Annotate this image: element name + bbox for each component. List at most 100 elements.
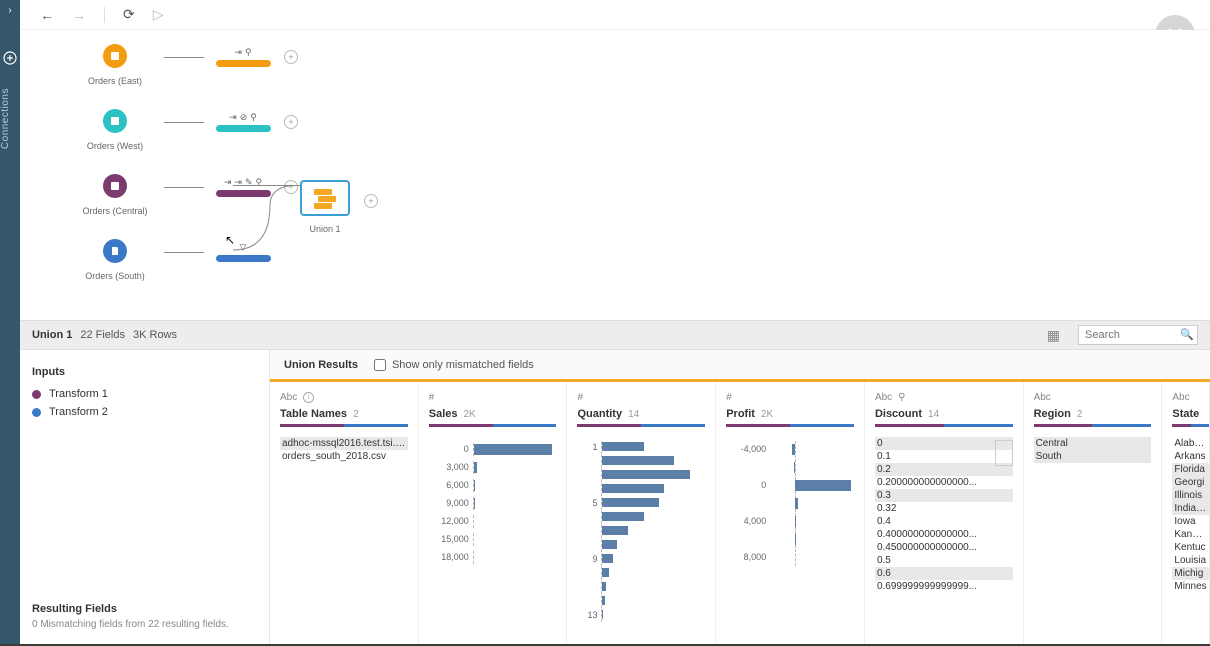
back-button[interactable]: ←: [40, 7, 54, 23]
hist-row[interactable]: 8,000: [726, 549, 854, 565]
hist-row[interactable]: 15,000: [429, 531, 557, 547]
hist-row[interactable]: [577, 595, 705, 607]
add-step-button[interactable]: +: [364, 194, 378, 208]
card-table-names[interactable]: Abci Table Names2 adhoc-mssql2016.test.t…: [270, 382, 419, 646]
hist-row[interactable]: [577, 511, 705, 523]
hist-row[interactable]: 3,000: [429, 459, 557, 475]
value-item[interactable]: Florida: [1172, 463, 1209, 476]
hist-row[interactable]: [577, 581, 705, 593]
value-item[interactable]: 0.699999999999999...: [875, 580, 1013, 593]
add-step-button[interactable]: +: [284, 50, 298, 64]
mismatched-checkbox[interactable]: [374, 359, 386, 371]
value-item[interactable]: Minnes: [1172, 580, 1209, 593]
forward-button[interactable]: →: [72, 7, 86, 23]
source-orders-west[interactable]: Orders (West): [70, 109, 160, 151]
source-orders-central[interactable]: Orders (Central): [70, 174, 160, 216]
value-item[interactable]: Michig: [1172, 567, 1209, 580]
hist-row[interactable]: 12,000: [429, 513, 557, 529]
row-count: 3K Rows: [133, 329, 177, 341]
hist-row[interactable]: [577, 483, 705, 495]
source-orders-east[interactable]: Orders (East): [70, 44, 160, 86]
union-node[interactable]: Union 1: [300, 180, 350, 234]
refresh-button[interactable]: ⟳: [123, 6, 135, 23]
hist-row[interactable]: 0: [726, 477, 854, 493]
value-item[interactable]: 0.6: [875, 567, 1013, 580]
run-flow-button[interactable]: ▷: [153, 6, 164, 23]
card-region[interactable]: Abc Region2 CentralSouth: [1024, 382, 1163, 646]
view-toggle-button[interactable]: ▦: [1047, 327, 1060, 344]
mismatched-toggle[interactable]: Show only mismatched fields: [374, 359, 534, 371]
hist-row[interactable]: 18,000: [429, 549, 557, 565]
value-item[interactable]: 0.3: [875, 489, 1013, 502]
value-item[interactable]: 0.4: [875, 515, 1013, 528]
value-item[interactable]: 0.5: [875, 554, 1013, 567]
hist-row[interactable]: [726, 531, 854, 547]
value-item[interactable]: Central: [1034, 437, 1152, 450]
card-quantity[interactable]: # Quantity14 15913: [567, 382, 716, 646]
scroll-minimap[interactable]: [995, 440, 1013, 466]
datasource-icon: [103, 44, 127, 68]
hist-row[interactable]: [577, 455, 705, 467]
clean-icon: ⚲: [898, 392, 905, 403]
hist-row[interactable]: [726, 459, 854, 475]
expand-sidebar-button[interactable]: ›: [0, 0, 20, 20]
union-results-tab[interactable]: Union Results: [284, 359, 358, 371]
add-step-button[interactable]: +: [284, 115, 298, 129]
hist-row[interactable]: 1: [577, 441, 705, 453]
value-item[interactable]: Iowa: [1172, 515, 1209, 528]
value-item[interactable]: Alabam: [1172, 437, 1209, 450]
inputs-heading: Inputs: [32, 366, 257, 378]
value-item[interactable]: Georgi: [1172, 476, 1209, 489]
hist-row[interactable]: 0: [429, 441, 557, 457]
value-item[interactable]: Illinois: [1172, 489, 1209, 502]
clean-step-east[interactable]: ⇥⚲: [208, 47, 278, 67]
hist-row[interactable]: [726, 495, 854, 511]
value-item[interactable]: 0: [875, 437, 1013, 450]
profile-pane: Inputs Transform 1 Transform 2 Resulting…: [20, 350, 1210, 646]
datasource-icon: [103, 174, 127, 198]
value-item[interactable]: orders_south_2018.csv: [280, 450, 408, 463]
value-item[interactable]: 0.200000000000000...: [875, 476, 1013, 489]
value-item[interactable]: 0.1: [875, 450, 1013, 463]
value-item[interactable]: 0.450000000000000...: [875, 541, 1013, 554]
input-transform-2[interactable]: Transform 2: [32, 406, 257, 418]
value-item[interactable]: 0.2: [875, 463, 1013, 476]
value-item[interactable]: Kansas: [1172, 528, 1209, 541]
card-discount[interactable]: Abc⚲ Discount14 00.10.20.200000000000000…: [865, 382, 1024, 646]
value-item[interactable]: Arkans: [1172, 450, 1209, 463]
hist-row[interactable]: [577, 567, 705, 579]
value-item[interactable]: 0.400000000000000...: [875, 528, 1013, 541]
flow-canvas[interactable]: Orders (East) ⇥⚲ + Orders (West) ⇥⊘⚲ + O…: [20, 30, 1210, 320]
info-icon[interactable]: i: [303, 392, 314, 403]
value-item[interactable]: adhoc-mssql2016.test.tsi.l...: [280, 437, 408, 450]
hist-row[interactable]: [577, 525, 705, 537]
hist-row[interactable]: -4,000: [726, 441, 854, 457]
search-icon: 🔍: [1180, 328, 1194, 341]
source-label: Orders (East): [88, 76, 142, 86]
connections-label: Connections: [0, 88, 11, 149]
clean-step-west[interactable]: ⇥⊘⚲: [208, 112, 278, 132]
card-state[interactable]: Abc State AlabamArkansFloridaGeorgiIllin…: [1162, 382, 1210, 646]
add-connection-button[interactable]: [0, 48, 20, 68]
value-item[interactable]: 0.32: [875, 502, 1013, 515]
value-item[interactable]: Kentuc: [1172, 541, 1209, 554]
hist-row[interactable]: 4,000: [726, 513, 854, 529]
resulting-fields-sub: 0 Mismatching fields from 22 resulting f…: [32, 619, 257, 630]
hist-row[interactable]: [577, 539, 705, 551]
hist-row[interactable]: 9,000: [429, 495, 557, 511]
hist-row[interactable]: 6,000: [429, 477, 557, 493]
hist-row[interactable]: 13: [577, 609, 705, 621]
value-item[interactable]: Louisia: [1172, 554, 1209, 567]
value-item[interactable]: Indiana: [1172, 502, 1209, 515]
field-search[interactable]: 🔍: [1078, 325, 1198, 345]
source-orders-south[interactable]: Orders (South): [70, 239, 160, 281]
source-label: Orders (West): [87, 141, 143, 151]
value-item[interactable]: South: [1034, 450, 1152, 463]
hist-row[interactable]: 5: [577, 497, 705, 509]
card-profit[interactable]: # Profit2K -4,00004,0008,000: [716, 382, 865, 646]
card-sales[interactable]: # Sales2K 03,0006,0009,00012,00015,00018…: [419, 382, 568, 646]
input-transform-1[interactable]: Transform 1: [32, 388, 257, 400]
hist-row[interactable]: 9: [577, 553, 705, 565]
source-label: Orders (Central): [82, 206, 147, 216]
hist-row[interactable]: [577, 469, 705, 481]
